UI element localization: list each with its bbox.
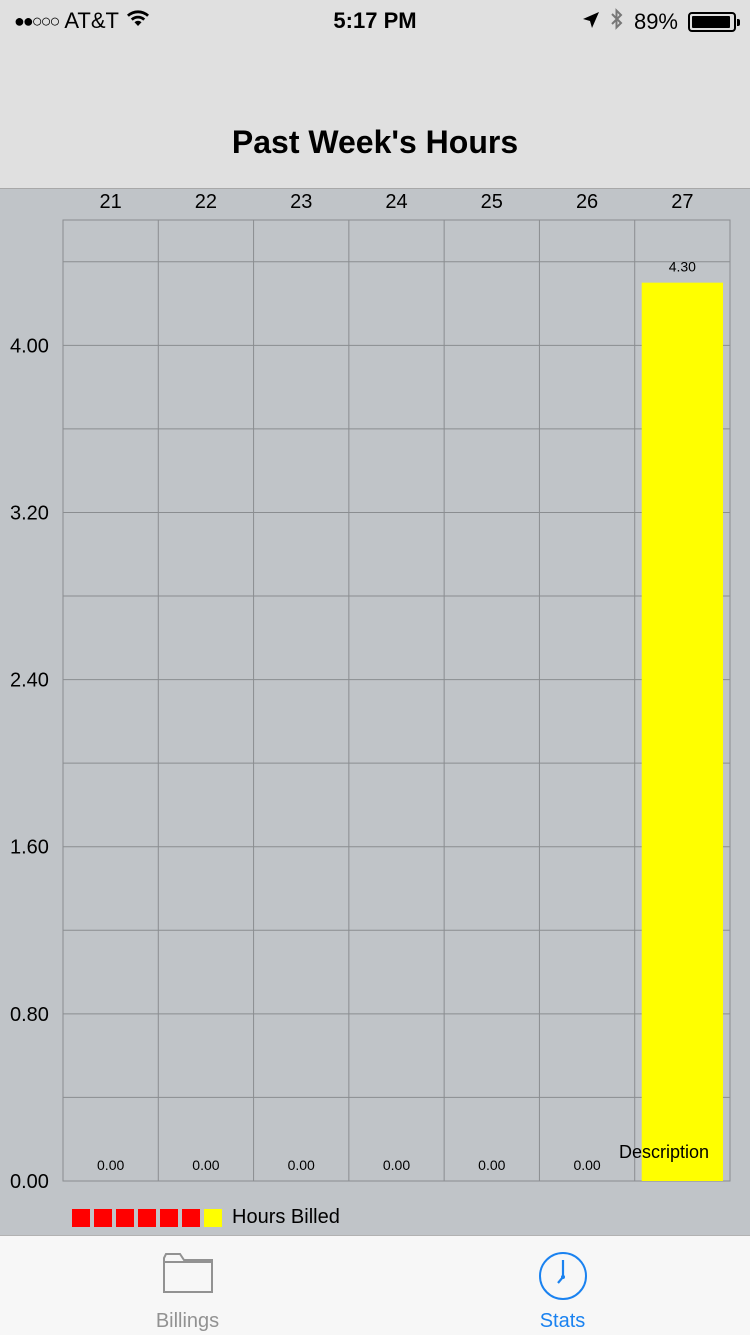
- tab-billings[interactable]: Billings: [0, 1236, 375, 1335]
- x-tick-label-24: 24: [385, 191, 407, 213]
- tab-bar: Billings Stats: [0, 1235, 750, 1335]
- page-title: Past Week's Hours: [231, 124, 519, 160]
- x-tick-label-27: 27: [671, 191, 693, 213]
- navigation-bar: Past Week's Hours: [0, 40, 750, 189]
- bar-27: [641, 282, 723, 1181]
- value-label-24: 0.00: [383, 1157, 410, 1173]
- chart-y-labels: 0.00 0.80 1.60 2.40 3.20 4.00: [10, 335, 49, 1193]
- chart-value-labels: 0.00 0.00 0.00 0.00 0.00 0.00 4.30: [97, 259, 696, 1173]
- location-arrow-icon: [582, 9, 600, 35]
- x-tick-label-26: 26: [576, 191, 598, 213]
- legend-label: Hours Billed: [232, 1206, 340, 1228]
- y-tick-label: 2.40: [10, 670, 49, 692]
- value-label-23: 0.00: [288, 1157, 315, 1173]
- chart-x-labels: 21 22 23 24 25 26 27: [100, 191, 694, 213]
- value-label-25: 0.00: [478, 1157, 505, 1173]
- y-tick-label: 1.60: [10, 837, 49, 859]
- folder-icon: [162, 1250, 214, 1301]
- tab-billings-label: Billings: [155, 1310, 220, 1332]
- value-label-22: 0.00: [192, 1157, 219, 1173]
- plot-frame: [62, 219, 731, 1182]
- x-tick-label-25: 25: [481, 191, 503, 213]
- status-bar: ●●○○○ AT&T 5:17 PM 89%: [0, 0, 750, 40]
- battery-percent: 89%: [633, 9, 678, 34]
- legend-swatch: [204, 1208, 222, 1227]
- y-tick-label: 4.00: [10, 335, 49, 357]
- y-tick-label: 0.00: [10, 1171, 49, 1193]
- y-tick-label: 0.80: [10, 1004, 49, 1026]
- chart-bars: [641, 282, 723, 1181]
- battery-icon: [688, 12, 740, 32]
- tab-stats-label: Stats: [539, 1310, 586, 1332]
- chart-description: Description: [619, 1142, 709, 1162]
- y-tick-label: 3.20: [10, 502, 49, 524]
- value-label-26: 0.00: [573, 1157, 600, 1173]
- value-label-27: 4.30: [669, 259, 696, 275]
- value-label-21: 0.00: [97, 1157, 124, 1173]
- legend-swatch: [182, 1208, 200, 1227]
- legend-swatch: [138, 1208, 156, 1227]
- legend-swatch: [72, 1208, 90, 1227]
- legend-swatch: [160, 1208, 178, 1227]
- x-tick-label-21: 21: [100, 191, 122, 213]
- chart-legend: Hours Billed: [72, 1206, 340, 1229]
- x-tick-label-23: 23: [290, 191, 312, 213]
- status-right: 89%: [582, 8, 740, 36]
- legend-swatch: [94, 1208, 112, 1227]
- hours-bar-chart: 0.00 0.00 0.00 0.00 0.00 0.004.30 21 22 23 24 25 2…: [10, 191, 731, 1193]
- x-tick-label-22: 22: [195, 191, 217, 213]
- legend-swatch: [116, 1208, 134, 1227]
- tab-stats[interactable]: Stats: [375, 1236, 750, 1335]
- chart-grid: [62, 219, 731, 1182]
- bluetooth-icon: [610, 8, 624, 36]
- clock-icon: [537, 1250, 589, 1307]
